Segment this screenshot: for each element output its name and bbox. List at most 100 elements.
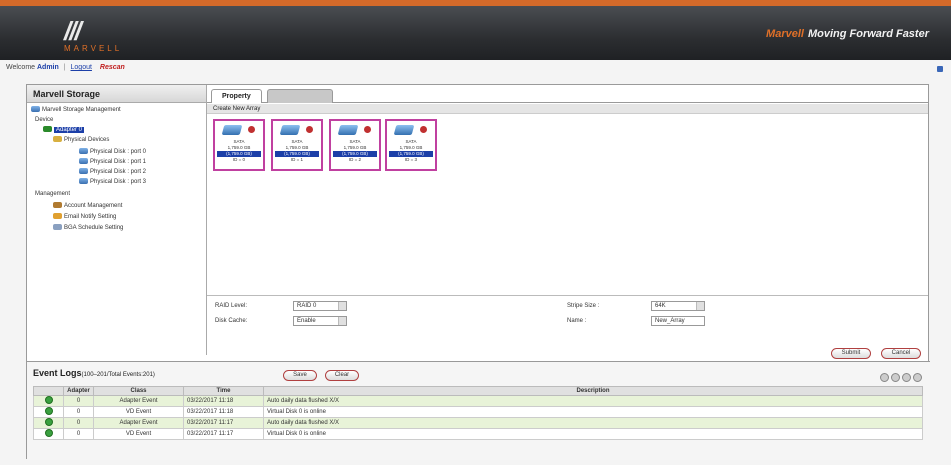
chevron-down-icon: [338, 317, 346, 325]
logo-text: MARVELL: [64, 44, 123, 53]
raid-level-select[interactable]: RAID 0: [293, 301, 347, 311]
tree-disk-2[interactable]: Physical Disk : port 2: [79, 168, 146, 177]
disk-tile-1[interactable]: SATA 1,759.0 GB (1,759.0 GB) ID = 1: [271, 119, 323, 171]
tree-disk-0[interactable]: Physical Disk : port 0: [79, 148, 146, 157]
tree-adapter[interactable]: Adapter 0: [43, 126, 85, 135]
event-log-range: (100–201/Total Events:201): [81, 372, 155, 378]
name-value: New_Array: [655, 318, 685, 324]
tab-property[interactable]: Property: [211, 89, 262, 103]
prev-page-icon[interactable]: [891, 373, 900, 382]
status-cell: [33, 406, 64, 418]
table-row[interactable]: 0 Adapter Event 03/22/2017 11:18 Auto da…: [33, 395, 923, 407]
info-icon: [44, 396, 53, 404]
class-cell: VD Event: [93, 428, 184, 440]
tree-disk-3[interactable]: Physical Disk : port 3: [79, 178, 146, 187]
disk-tile-0[interactable]: SATA 1,759.0 GB (1,759.0 GB) ID = 0: [213, 119, 265, 171]
info-icon: [44, 407, 53, 415]
name-input[interactable]: New_Array: [651, 316, 705, 326]
tree-root[interactable]: Marvell Storage Management: [31, 106, 121, 115]
description-cell: Virtual Disk 0 is online: [263, 428, 923, 440]
class-cell: Adapter Event: [93, 395, 184, 407]
status-dot-icon: [420, 126, 427, 133]
submit-button[interactable]: Submit: [831, 348, 871, 359]
table-row[interactable]: 0 Adapter Event 03/22/2017 11:17 Auto da…: [33, 417, 923, 429]
disk-info: SATA 1,759.0 GB (1,759.0 GB) ID = 0: [217, 139, 261, 163]
disk-size: 1,759.0 GB: [343, 145, 367, 150]
tree-management-label: Management: [35, 191, 71, 197]
col-time[interactable]: Time: [183, 386, 264, 396]
app-window: /// MARVELL Marvell Moving Forward Faster…: [0, 0, 951, 465]
folder-icon: [53, 136, 62, 143]
tree-device[interactable]: Device: [35, 116, 53, 125]
disk-icon: [221, 125, 243, 135]
tree-management[interactable]: Management: [35, 190, 70, 199]
logout-link[interactable]: Logout: [71, 64, 92, 71]
raid-level-value: RAID 0: [297, 303, 317, 309]
tree-root-label: Marvell Storage Management: [42, 107, 121, 113]
account-icon: [53, 202, 62, 209]
disk-tile-2[interactable]: SATA 1,759.0 GB (1,759.0 GB) ID = 2: [329, 119, 381, 171]
tree-account[interactable]: Account Management: [53, 202, 122, 211]
tree-physical-devices-label: Physical Devices: [64, 137, 110, 143]
next-page-icon[interactable]: [902, 373, 911, 382]
chevron-down-icon: [696, 302, 704, 310]
stripe-size-select[interactable]: 64K: [651, 301, 705, 311]
disk-tile-3[interactable]: SATA 1,759.0 GB (1,759.0 GB) ID = 3: [385, 119, 437, 171]
time-cell: 03/22/2017 11:18: [183, 406, 264, 418]
adapter-cell: 0: [63, 395, 94, 407]
event-log-title: Event Logs(100–201/Total Events:201): [33, 368, 155, 378]
disk-type: SATA: [405, 139, 417, 144]
save-log-button[interactable]: Save: [283, 370, 317, 381]
tree-device-label: Device: [35, 117, 54, 123]
disk-icon: [79, 158, 88, 165]
tree-disk-label: Physical Disk : port 3: [90, 179, 147, 185]
col-adapter[interactable]: Adapter: [63, 386, 94, 396]
last-page-icon[interactable]: [913, 373, 922, 382]
tagline: Marvell Moving Forward Faster: [766, 28, 929, 40]
status-cell: [33, 428, 64, 440]
table-row[interactable]: 0 VD Event 03/22/2017 11:18 Virtual Disk…: [33, 406, 923, 418]
description-cell: Virtual Disk 0 is online: [263, 406, 923, 418]
array-form: RAID Level: RAID 0 Disk Cache: Enable St…: [207, 295, 928, 343]
device-tree: Marvell Storage Marvell Storage Manageme…: [27, 85, 207, 355]
content-panel: Property Create New Array SATA 1,759.0 G…: [207, 85, 928, 359]
email-icon: [53, 213, 62, 220]
top-banner: /// MARVELL Marvell Moving Forward Faster: [0, 0, 951, 60]
adapter-cell: 0: [63, 428, 94, 440]
disk-type: SATA: [291, 139, 303, 144]
help-icon[interactable]: [937, 66, 943, 72]
logo-mark-icon: ///: [64, 16, 82, 46]
disk-size: 1,759.0 GB: [399, 145, 423, 150]
stripe-size-value: 64K: [655, 303, 666, 309]
tree-bga[interactable]: BGA Schedule Setting: [53, 224, 123, 233]
col-class[interactable]: Class: [93, 386, 184, 396]
tree-disk-1[interactable]: Physical Disk : port 1: [79, 158, 146, 167]
col-description[interactable]: Description: [263, 386, 923, 396]
time-cell: 03/22/2017 11:18: [183, 395, 264, 407]
disk-type: SATA: [349, 139, 361, 144]
cancel-button[interactable]: Cancel: [881, 348, 921, 359]
first-page-icon[interactable]: [880, 373, 889, 382]
disk-id: ID = 1: [290, 157, 304, 162]
welcome-bar: Welcome Admin | Logout Rescan: [6, 64, 125, 78]
status-cell: [33, 395, 64, 407]
disk-cache-select[interactable]: Enable: [293, 316, 347, 326]
tagline-text: Moving Forward Faster: [807, 28, 929, 40]
tree-email-label: Email Notify Setting: [64, 214, 117, 220]
disk-size: 1,759.0 GB: [285, 145, 309, 150]
rescan-link[interactable]: Rescan: [100, 64, 125, 71]
main-frame: Marvell Storage Marvell Storage Manageme…: [26, 84, 930, 460]
name-label: Name :: [567, 318, 587, 324]
class-cell: Adapter Event: [93, 417, 184, 429]
tab-secondary[interactable]: [267, 89, 333, 103]
status-dot-icon: [364, 126, 371, 133]
clear-log-button[interactable]: Clear: [325, 370, 359, 381]
class-cell: VD Event: [93, 406, 184, 418]
disk-icon: [79, 168, 88, 175]
tree-email[interactable]: Email Notify Setting: [53, 213, 116, 222]
table-row[interactable]: 0 VD Event 03/22/2017 11:17 Virtual Disk…: [33, 428, 923, 440]
time-cell: 03/22/2017 11:17: [183, 428, 264, 440]
disk-cache-value: Enable: [297, 318, 316, 324]
marvell-logo: /// MARVELL: [56, 16, 132, 56]
tree-physical-devices[interactable]: Physical Devices: [53, 136, 109, 145]
